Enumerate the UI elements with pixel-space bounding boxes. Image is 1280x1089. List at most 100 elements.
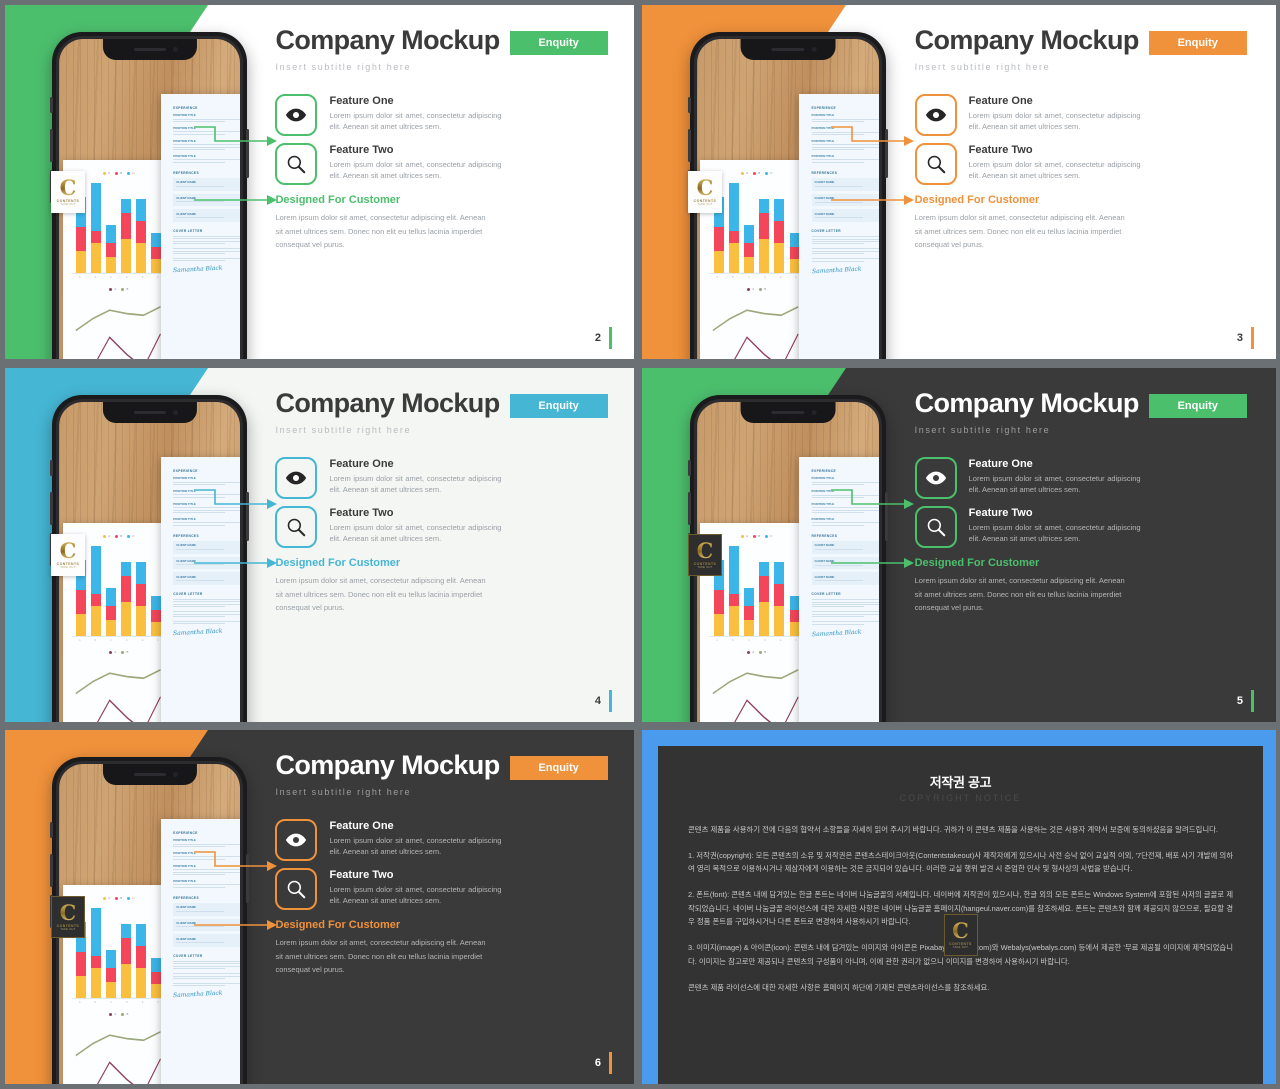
eye-icon[interactable] [914, 457, 957, 499]
slide-content: Company Mockup Enquity Insert subtitle r… [275, 5, 634, 359]
feature-heading: Feature Two [968, 507, 1033, 519]
feature-body: Lorem ipsum dolor sit amet, consectetur … [968, 523, 1141, 544]
feature-heading: Feature Two [329, 507, 394, 519]
feature-row[interactable]: Feature Two Lorem ipsum dolor sit amet, … [914, 143, 1258, 185]
slide-6[interactable]: ABC ABCDEF AB EXPERIENCE POSITION TITLE … [5, 730, 634, 1084]
page-number-value: 3 [1236, 332, 1243, 344]
page-subtitle: Insert subtitle right here [914, 425, 1051, 435]
badge-letter: C [59, 175, 77, 200]
feature-heading: Feature Two [329, 144, 394, 156]
eye-icon[interactable] [275, 819, 318, 861]
page-number: 5 [1237, 690, 1254, 712]
line-chart [72, 300, 166, 359]
feature-heading: Feature Two [329, 869, 394, 881]
badge-word-bottom: TAKE OUT [697, 203, 713, 206]
feature-row[interactable]: Feature Two Lorem ipsum dolor sit amet, … [275, 868, 616, 910]
page-number-value: 6 [594, 1057, 601, 1069]
contents-badge: C CONTENTS TAKE OUT [943, 914, 978, 956]
feature-row[interactable]: Feature One Lorem ipsum dolor sit amet, … [275, 819, 616, 861]
slide-cell-4: ABC ABCDEF AB EXPERIENCE POSITION TITLE … [0, 363, 638, 726]
copyright-paragraph: 콘텐츠 제품 라이선스에 대한 자세한 사항은 홈페이지 하단에 기재된 콘텐츠… [688, 982, 990, 992]
page-title: Company Mockup [275, 25, 500, 55]
bar-chart [71, 179, 166, 275]
feature-heading: Feature One [329, 95, 394, 107]
badge-letter: C [59, 900, 77, 925]
feature-row[interactable]: Feature Two Lorem ipsum dolor sit amet, … [275, 506, 616, 548]
page-subtitle: Insert subtitle right here [275, 62, 412, 72]
badge-word-bottom: TAKE OUT [60, 566, 76, 569]
feature-body: Lorem ipsum dolor sit amet, consectetur … [329, 111, 502, 132]
page-subtitle: Insert subtitle right here [275, 425, 412, 435]
feature-row[interactable]: Feature Two Lorem ipsum dolor sit amet, … [275, 143, 616, 185]
feature-heading: Feature One [968, 95, 1033, 107]
badge-letter: C [59, 538, 77, 563]
magnifier-icon[interactable] [275, 143, 318, 185]
eye-icon[interactable] [275, 457, 318, 499]
badge-word-bottom: TAKE OUT [697, 566, 713, 569]
page-number-value: 2 [594, 332, 601, 344]
badge-letter: C [952, 918, 969, 943]
feature-body: Lorem ipsum dolor sit amet, consectetur … [968, 474, 1141, 495]
enquiry-button[interactable]: Enquity [509, 756, 608, 780]
magnifier-icon[interactable] [275, 506, 318, 548]
copyright-paragraph: 1. 저작권(copyright): 모든 콘텐츠의 소유 및 저작권은 콘텐츠… [688, 850, 1233, 874]
magnifier-icon[interactable] [914, 143, 957, 185]
page-number: 4 [595, 690, 612, 712]
slide-4[interactable]: ABC ABCDEF AB EXPERIENCE POSITION TITLE … [5, 368, 634, 722]
resume-paper: EXPERIENCE POSITION TITLE POSITION TITLE… [160, 93, 241, 359]
page-title: Company Mockup [914, 25, 1140, 55]
enquiry-button[interactable]: Enquity [509, 394, 608, 418]
contents-badge: C CONTENTS TAKE OUT [688, 171, 722, 213]
slide-grid: A B C A B C D E F A B EXPERIENCE POSITIO… [0, 0, 1280, 1089]
slide-cell-3: ABC ABCDEF AB EXPERIENCE POSITION TITLE … [638, 0, 1280, 363]
magnifier-icon[interactable] [914, 506, 957, 548]
feature-body: Lorem ipsum dolor sit amet, consectetur … [329, 523, 502, 544]
feature-row[interactable]: Feature Two Lorem ipsum dolor sit amet, … [914, 506, 1258, 548]
feature-row[interactable]: Feature One Lorem ipsum dolor sit amet, … [914, 94, 1258, 136]
page-number-value: 4 [594, 695, 601, 707]
designed-body: Lorem ipsum dolor sit amet, consectetur … [914, 213, 1125, 250]
page-number-value: 5 [1236, 695, 1243, 707]
feature-row[interactable]: Feature One Lorem ipsum dolor sit amet, … [275, 94, 616, 136]
page-number: 2 [595, 327, 612, 349]
designed-body: Lorem ipsum dolor sit amet, consectetur … [275, 938, 486, 975]
badge-letter: C [696, 538, 714, 563]
feature-body: Lorem ipsum dolor sit amet, consectetur … [329, 160, 502, 181]
designed-heading: Designed For Customer [914, 194, 1040, 206]
slide-cell-5: ABC ABCDEF AB EXPERIENCE POSITION TITLE … [638, 363, 1280, 726]
copyright-title: 저작권 공고 [929, 775, 992, 790]
page-title: Company Mockup [275, 750, 500, 780]
feature-row[interactable]: Feature One Lorem ipsum dolor sit amet, … [275, 457, 616, 499]
copyright-subtitle: COPYRIGHT NOTICE [899, 793, 1022, 803]
badge-letter: C [696, 175, 714, 200]
slide-3[interactable]: ABC ABCDEF AB EXPERIENCE POSITION TITLE … [642, 5, 1276, 359]
slide-5[interactable]: ABC ABCDEF AB EXPERIENCE POSITION TITLE … [642, 368, 1276, 722]
feature-body: Lorem ipsum dolor sit amet, consectetur … [329, 836, 502, 857]
designed-heading: Designed For Customer [275, 557, 401, 569]
slide-cell-6: ABC ABCDEF AB EXPERIENCE POSITION TITLE … [0, 726, 638, 1089]
page-number: 6 [595, 1052, 612, 1074]
enquiry-button[interactable]: Enquity [509, 31, 608, 55]
badge-word-bottom: TAKE OUT [60, 203, 76, 206]
feature-heading: Feature Two [968, 144, 1033, 156]
designed-heading: Designed For Customer [914, 557, 1040, 569]
slide-cell-2: A B C A B C D E F A B EXPERIENCE POSITIO… [0, 0, 638, 363]
designed-heading: Designed For Customer [275, 919, 401, 931]
feature-heading: Feature One [329, 820, 394, 832]
feature-row[interactable]: Feature One Lorem ipsum dolor sit amet, … [914, 457, 1258, 499]
page-subtitle: Insert subtitle right here [275, 787, 412, 797]
contents-badge: C CONTENTS TAKE OUT [51, 171, 85, 213]
chart-legend: A B C [72, 171, 166, 175]
enquiry-button[interactable]: Enquity [1148, 394, 1247, 418]
magnifier-icon[interactable] [275, 868, 318, 910]
contents-badge: C CONTENTS TAKE OUT [51, 896, 85, 938]
enquiry-button[interactable]: Enquity [1148, 31, 1247, 55]
eye-icon[interactable] [914, 94, 957, 136]
eye-icon[interactable] [275, 94, 318, 136]
phone-notch [102, 38, 197, 61]
slide-2[interactable]: A B C A B C D E F A B EXPERIENCE POSITIO… [5, 5, 634, 359]
designed-body: Lorem ipsum dolor sit amet, consectetur … [275, 576, 486, 613]
designed-heading: Designed For Customer [275, 194, 401, 206]
badge-word-bottom: TAKE OUT [952, 946, 969, 949]
copyright-slide[interactable]: 저작권 공고 COPYRIGHT NOTICE 콘텐츠 제품을 사용하기 전에 … [642, 730, 1276, 1084]
